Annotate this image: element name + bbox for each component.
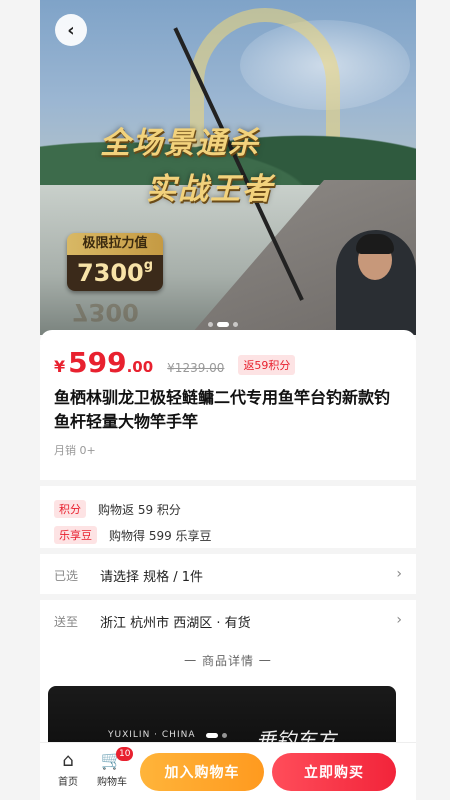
perk-beans: 乐享豆 购物得 599 乐享豆: [54, 526, 212, 544]
detail-carousel-dots: [206, 733, 227, 738]
perk-text: 购物得 599 乐享豆: [109, 528, 212, 543]
perk-tag: 乐享豆: [54, 526, 97, 544]
product-details-header: 一 商品详情 一: [184, 654, 272, 668]
product-info-card: ¥ 599 .00 ¥1239.00 返59积分 鱼栖林驯龙卫极轻鲢鳙二代专用鱼…: [40, 330, 416, 766]
price-row: ¥ 599 .00 ¥1239.00 返59积分: [54, 346, 296, 379]
original-price: ¥1239.00: [167, 361, 225, 375]
power-value-row: 7300g: [67, 255, 163, 291]
add-to-cart-button[interactable]: 加入购物车: [140, 753, 264, 791]
power-value-reflection: 7300: [72, 298, 139, 326]
selected-label: 已选: [54, 569, 79, 583]
power-value: 7300: [76, 259, 144, 287]
nav-home[interactable]: ⌂ 首页: [46, 750, 90, 789]
product-page: 全场景通杀 实战王者 极限拉力值 7300g 7300 ‹ ¥ 599 .00 …: [40, 0, 416, 800]
carousel-dots: [208, 322, 238, 327]
back-button[interactable]: ‹: [55, 14, 87, 46]
ship-value: 浙江 杭州市 西湖区 · 有货: [100, 616, 251, 631]
points-tag: 返59积分: [238, 355, 296, 375]
carousel-dot[interactable]: [233, 322, 238, 327]
spec-selector-row[interactable]: 已选 请选择 规格 / 1件 ›: [40, 548, 416, 594]
power-unit: g: [143, 258, 154, 273]
carousel-dot[interactable]: [208, 322, 213, 327]
carousel-dot-active[interactable]: [217, 322, 229, 327]
shipping-row[interactable]: 送至 浙江 杭州市 西湖区 · 有货 ›: [40, 594, 416, 640]
perk-points: 积分 购物返 59 积分: [54, 500, 181, 518]
nav-cart[interactable]: 🛒 10 购物车: [90, 747, 134, 788]
cart-count-badge: 10: [116, 747, 134, 761]
monthly-sales: 月销 0+: [54, 444, 96, 457]
nav-home-label: 首页: [58, 777, 78, 788]
selected-value: 请选择 规格 / 1件: [100, 570, 204, 585]
headline-line-1: 全场景通杀: [100, 126, 260, 161]
price-integer: 599: [68, 346, 127, 379]
perks-section: 积分 购物返 59 积分 乐享豆 购物得 599 乐享豆: [40, 480, 416, 548]
perk-text: 购物返 59 积分: [98, 502, 181, 517]
nav-cart-label: 购物车: [97, 777, 127, 788]
chevron-right-icon: ›: [396, 612, 402, 628]
product-hero-image[interactable]: 全场景通杀 实战王者 极限拉力值 7300g 7300 ‹: [40, 0, 416, 335]
bottom-action-bar: ⌂ 首页 🛒 10 购物车 加入购物车 立即购买: [40, 742, 416, 800]
power-badge: 极限拉力值 7300g: [67, 233, 163, 291]
ship-label: 送至: [54, 615, 79, 629]
price-currency: ¥: [54, 357, 66, 376]
product-title: 鱼栖林驯龙卫极轻鲢鳙二代专用鱼竿台钓新款钓鱼杆轻量大物竿手竿: [54, 388, 391, 431]
buy-now-button[interactable]: 立即购买: [272, 753, 396, 791]
chevron-right-icon: ›: [396, 566, 402, 582]
angler-figure: [336, 230, 416, 335]
power-label: 极限拉力值: [67, 233, 163, 255]
hero-headline: 全场景通杀 实战王者: [70, 118, 290, 208]
perk-tag: 积分: [54, 500, 86, 518]
back-icon: ‹: [67, 19, 75, 41]
home-icon: ⌂: [62, 750, 74, 771]
headline-line-2: 实战王者: [146, 172, 274, 207]
detail-brand: YUXILIN · CHINA: [108, 730, 196, 740]
price-decimal: .00: [126, 358, 154, 376]
